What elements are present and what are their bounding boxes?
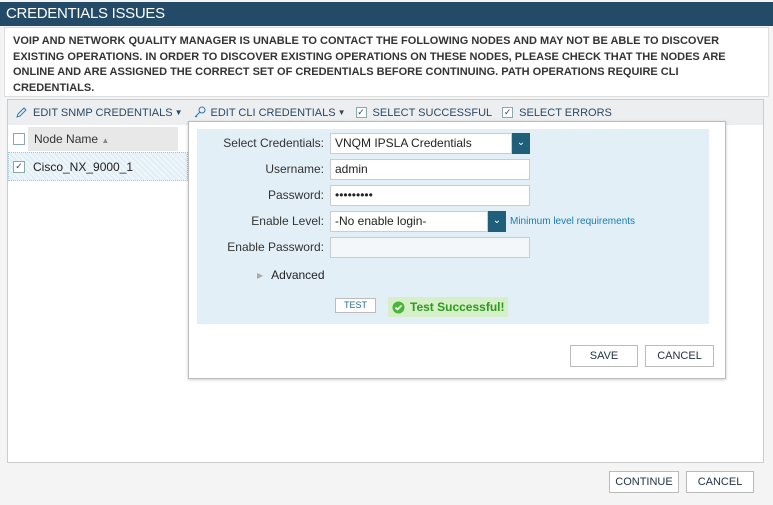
select-credentials-value: VNQM IPSLA Credentials xyxy=(330,132,512,154)
advanced-label: Advanced xyxy=(271,268,325,282)
save-button[interactable]: SAVE xyxy=(570,345,638,367)
footer-cancel-button[interactable]: CANCEL xyxy=(686,471,754,493)
column-node-name[interactable]: Node Name ▲ xyxy=(28,127,178,151)
enable-password-label: Enable Password: xyxy=(227,240,324,254)
sort-asc-icon: ▲ xyxy=(101,136,110,145)
chevron-down-icon[interactable]: ⌄ xyxy=(512,132,530,154)
continue-button[interactable]: CONTINUE xyxy=(609,471,679,493)
dialog-message: VOIP AND NETWORK QUALITY MANAGER IS UNAB… xyxy=(4,27,769,97)
select-all-checkbox[interactable] xyxy=(13,133,25,145)
edit-snmp-label: EDIT SNMP CREDENTIALS xyxy=(33,106,173,119)
row-checkbox[interactable]: ✓ xyxy=(13,160,25,173)
triangle-right-icon: ▶ xyxy=(257,270,264,280)
node-name: Cisco_NX_9000_1 xyxy=(33,159,134,174)
checkbox-icon: ✓ xyxy=(502,107,514,118)
select-errors-button[interactable]: ✓ SELECT ERRORS xyxy=(502,107,612,119)
checkbox-icon: ✓ xyxy=(355,107,367,118)
enable-password-input[interactable] xyxy=(330,236,530,258)
enable-level-label: Enable Level: xyxy=(251,214,324,228)
pencil-icon xyxy=(16,107,27,118)
dialog-title: CREDENTIALS ISSUES xyxy=(0,2,773,26)
chevron-down-icon[interactable]: ⌄ xyxy=(488,210,506,232)
cli-credentials-popup: Select Credentials: VNQM IPSLA Credentia… xyxy=(188,121,726,379)
username-input[interactable]: admin xyxy=(330,158,530,180)
table-row[interactable]: ✓ Cisco_NX_9000_1 xyxy=(8,152,188,181)
test-result-text: Test Successful! xyxy=(410,300,505,314)
grid-header: Node Name ▲ xyxy=(8,127,188,151)
edit-cli-credentials-button[interactable]: EDIT CLI CREDENTIALS ▼ xyxy=(193,106,346,119)
select-successful-button[interactable]: ✓ SELECT SUCCESSFUL xyxy=(355,106,493,119)
enable-level-dropdown[interactable]: -No enable login- ⌄ xyxy=(330,210,506,232)
minimum-level-link[interactable]: Minimum level requirements xyxy=(510,216,635,227)
advanced-toggle[interactable]: ▶ Advanced xyxy=(257,264,325,286)
select-credentials-label: Select Credentials: xyxy=(223,136,324,150)
test-status: Test Successful! xyxy=(388,297,509,317)
password-label: Password: xyxy=(267,188,324,202)
chevron-down-icon: ▼ xyxy=(337,108,346,117)
enable-level-value: -No enable login- xyxy=(330,210,488,232)
cancel-button[interactable]: CANCEL xyxy=(645,345,714,367)
password-input[interactable]: ••••••••• xyxy=(330,184,530,206)
credentials-form: Select Credentials: VNQM IPSLA Credentia… xyxy=(197,129,709,324)
check-circle-icon xyxy=(392,301,405,313)
column-label: Node Name xyxy=(34,132,99,146)
key-icon xyxy=(194,106,205,118)
edit-cli-label: EDIT CLI CREDENTIALS xyxy=(210,106,336,119)
select-errors-label: SELECT ERRORS xyxy=(519,106,612,119)
select-credentials-dropdown[interactable]: VNQM IPSLA Credentials ⌄ xyxy=(330,132,530,154)
test-button[interactable]: TEST xyxy=(335,298,376,313)
username-label: Username: xyxy=(265,162,324,176)
select-successful-label: SELECT SUCCESSFUL xyxy=(372,106,493,119)
chevron-down-icon: ▼ xyxy=(174,108,183,117)
edit-snmp-credentials-button[interactable]: EDIT SNMP CREDENTIALS ▼ xyxy=(15,106,183,119)
